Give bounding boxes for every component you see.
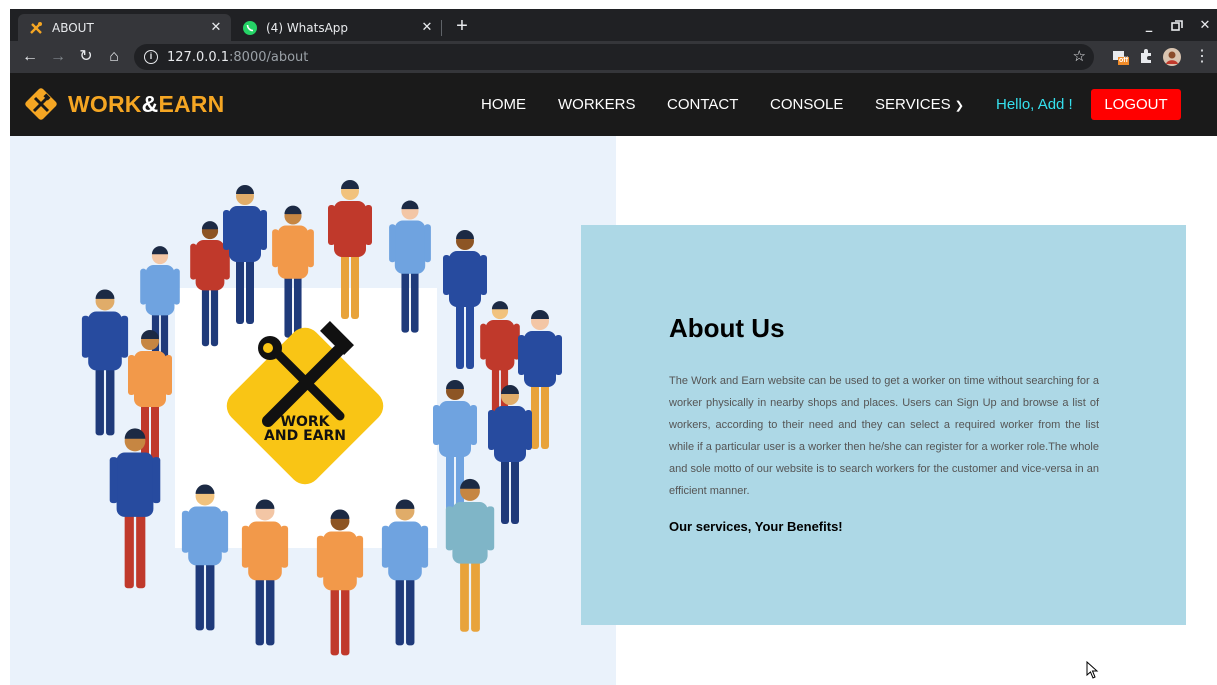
nav-services[interactable]: SERVICES ❯ [875,96,964,113]
avatar[interactable] [1163,48,1181,66]
nav-workers[interactable]: WORKERS [558,96,636,113]
info-icon[interactable]: i [144,50,158,64]
tab-title: ABOUT [52,20,94,35]
address-bar[interactable]: i 127.0.0.1:8000/about ☆ [134,44,1094,70]
brand-ampersand: & [141,90,159,117]
site-navbar: WORK&EARN HOME WORKERS CONTACT CONSOLE S… [10,73,1217,136]
close-icon[interactable]: ✕ [207,19,225,37]
about-section: About Us The Work and Earn website can b… [581,225,1186,625]
logo-line-1: WORK [280,414,330,430]
tab-strip: ABOUT ✕ (4) WhatsApp ✕ + _ ✕ [10,9,1217,41]
about-title: About Us [669,313,785,343]
restore-icon[interactable] [1165,16,1189,36]
whatsapp-icon [242,20,258,36]
workers-crowd-illustration [81,180,562,656]
user-greeting[interactable]: Hello, Add ! [996,96,1073,113]
nav-console[interactable]: CONSOLE [770,96,843,113]
url-host: 127.0.0.1 [167,49,230,65]
brand-word-earn: EARN [158,90,225,117]
brand-name: WORK&EARN [68,91,224,118]
about-description: The Work and Earn website can be used to… [669,375,1099,497]
close-icon[interactable]: ✕ [418,19,436,37]
browser-window: ABOUT ✕ (4) WhatsApp ✕ + _ ✕ ← → ↻ ⌂ i 1… [10,9,1217,685]
url-path: :8000/about [229,49,309,65]
browser-toolbar: ← → ↻ ⌂ i 127.0.0.1:8000/about ☆ off ⋮ [10,41,1217,73]
home-icon[interactable]: ⌂ [104,47,124,67]
menu-kebab-icon[interactable]: ⋮ [1192,47,1212,67]
mouse-cursor-icon [1086,661,1099,679]
extension-badge: off [1119,57,1128,64]
brand-logo[interactable]: WORK&EARN [22,85,224,123]
extension-off-icon[interactable]: off [1111,48,1129,66]
tab-whatsapp[interactable]: (4) WhatsApp ✕ [232,14,442,41]
hero-illustration: WORK AND EARN [10,136,616,685]
tools-logo-icon [25,88,57,120]
about-subtitle: Our services, Your Benefits! [669,519,843,534]
new-tab-icon[interactable]: + [450,16,474,38]
back-icon[interactable]: ← [20,47,40,67]
chevron-down-icon: ❯ [954,100,964,112]
tab-about[interactable]: ABOUT ✕ [18,14,231,41]
brand-word-work: WORK [68,90,142,117]
address-url[interactable]: 127.0.0.1:8000/about [167,50,308,65]
logo-line-2: AND EARN [264,428,346,444]
nav-home[interactable]: HOME [481,96,526,113]
logo-caption: WORK AND EARN [255,415,355,443]
tab-separator [441,20,442,36]
reload-icon[interactable]: ↻ [76,47,96,67]
puzzle-extensions-icon[interactable] [1138,48,1156,66]
person-figure [81,289,129,436]
bookmark-star-icon[interactable]: ☆ [1073,47,1086,65]
nav-contact[interactable]: CONTACT [667,96,738,113]
forward-icon[interactable]: → [48,47,68,67]
minimize-icon[interactable]: _ [1137,16,1161,36]
tools-favicon-icon [28,20,44,36]
tab-title: (4) WhatsApp [266,20,349,35]
close-window-icon[interactable]: ✕ [1193,16,1217,36]
nav-services-label: SERVICES [875,96,951,113]
logout-button[interactable]: LOGOUT [1091,89,1181,120]
